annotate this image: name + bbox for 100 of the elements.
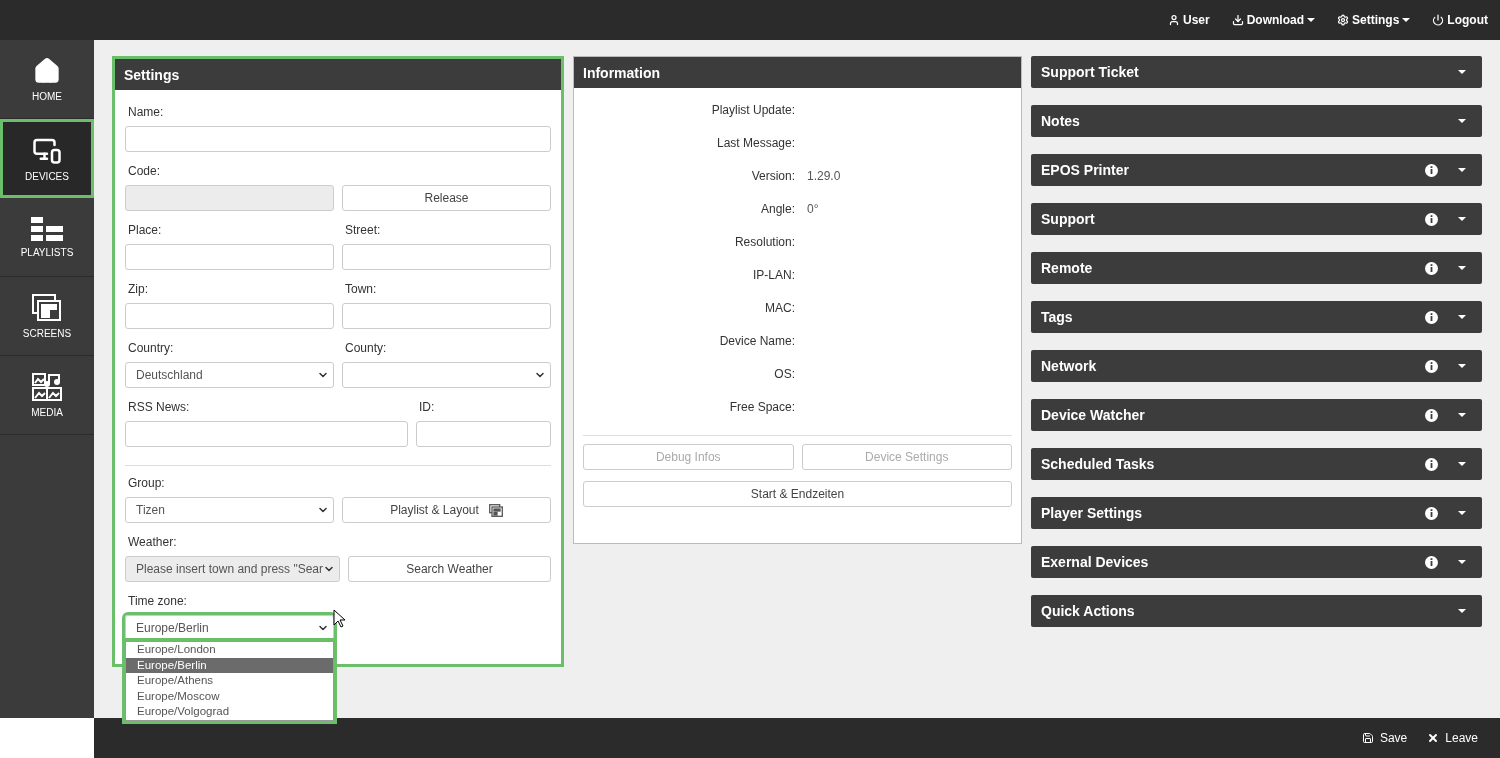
caret-icon (1458, 511, 1466, 515)
caret-icon (1458, 609, 1466, 613)
field-label: Name: (127, 104, 165, 120)
field-label: ID: (418, 399, 436, 415)
info-label: Version: (750, 168, 795, 184)
accordion-header[interactable]: Tags (1031, 301, 1482, 333)
select-field[interactable]: Europe/Berlin (125, 615, 334, 641)
field-label: Place: (127, 222, 163, 238)
caret-icon (1458, 560, 1466, 564)
info-icon[interactable] (1425, 261, 1438, 275)
accordion-title: Remote (1041, 260, 1094, 276)
info-label: Free Space: (728, 399, 795, 415)
nav-link[interactable]: Download (1231, 13, 1315, 27)
field-label: Code: (127, 163, 162, 179)
info-icon[interactable] (1425, 212, 1438, 226)
cursor-icon (333, 609, 345, 628)
field-label: Town: (344, 281, 378, 297)
accordion-title: EPOS Printer (1041, 162, 1130, 178)
panel-title: Settings (115, 59, 561, 90)
info-icon[interactable] (1425, 457, 1438, 471)
text-field[interactable] (416, 421, 551, 447)
info-label: Resolution: (733, 234, 795, 250)
media-icon (32, 372, 62, 401)
panel-title: Information (574, 57, 1021, 88)
field-label: RSS News: (127, 399, 191, 415)
caret-icon (1458, 266, 1466, 270)
text-field[interactable] (125, 244, 334, 270)
text-field[interactable] (342, 244, 551, 270)
list-icon (31, 216, 63, 241)
info-icon[interactable] (1425, 163, 1438, 177)
accordion-header[interactable]: Device Watcher (1031, 399, 1482, 431)
text-field[interactable] (125, 126, 551, 152)
info-label: MAC: (764, 300, 795, 316)
info-icon[interactable] (1425, 506, 1438, 520)
home-icon (33, 56, 61, 85)
accordion-header[interactable]: Remote (1031, 252, 1482, 284)
accordion-header[interactable]: EPOS Printer (1031, 154, 1482, 186)
caret-icon (1458, 413, 1466, 417)
accordion-title: Exernal Devices (1041, 554, 1150, 570)
caret-icon (1458, 364, 1466, 368)
caret-icon (1307, 18, 1315, 22)
panel-button[interactable]: Start & Endzeiten (583, 481, 1012, 507)
save-icon (1361, 732, 1374, 744)
power-icon (1432, 14, 1445, 26)
caret-icon (1402, 18, 1411, 22)
accordion-header[interactable]: Quick Actions (1031, 595, 1482, 627)
form-button[interactable]: Search Weather (348, 556, 551, 582)
nav-link[interactable]: Settings (1337, 13, 1411, 27)
info-value: 0° (807, 201, 820, 217)
sidebar-item[interactable]: DEVICES (0, 119, 94, 198)
field-label: Zip: (127, 281, 149, 297)
nav-link[interactable]: User (1168, 13, 1210, 27)
caret-icon (1458, 217, 1466, 221)
field-label: Weather: (127, 534, 178, 550)
caret-icon (1458, 315, 1466, 319)
nav-link[interactable]: Logout (1432, 13, 1488, 27)
caret-icon (1458, 119, 1466, 123)
accordion-header[interactable]: Network (1031, 350, 1482, 382)
accordion-header[interactable]: Player Settings (1031, 497, 1482, 529)
info-icon[interactable] (1425, 310, 1438, 324)
accordion-header[interactable]: Support Ticket (1031, 56, 1482, 88)
accordion-title: Player Settings (1041, 505, 1144, 521)
info-label: Device Name: (718, 333, 795, 349)
playlist-layout-button[interactable]: Playlist & Layout (342, 497, 551, 523)
settings-icon (1337, 14, 1349, 26)
leave-button[interactable]: Leave (1427, 731, 1478, 745)
info-label: Playlist Update: (710, 102, 795, 118)
info-icon[interactable] (1425, 555, 1438, 569)
user-icon (1168, 14, 1180, 26)
info-label: IP-LAN: (752, 267, 795, 283)
field-label: County: (344, 340, 388, 356)
accordion-header[interactable]: Notes (1031, 105, 1482, 137)
accordion-title: Scheduled Tasks (1041, 456, 1156, 472)
select-field[interactable]: Deutschland (125, 362, 334, 388)
accordion-header[interactable]: Exernal Devices (1031, 546, 1482, 578)
field-label: Street: (344, 222, 382, 238)
accordion-title: Support (1041, 211, 1096, 227)
accordion-header[interactable]: Support (1031, 203, 1482, 235)
field-label: Time zone: (127, 593, 188, 609)
screens-icon (32, 293, 62, 322)
select-field[interactable] (342, 362, 551, 388)
caret-icon (1458, 70, 1466, 74)
save-button[interactable]: Save (1361, 731, 1408, 745)
info-icon[interactable] (1425, 408, 1438, 422)
text-field[interactable] (125, 303, 334, 329)
info-icon[interactable] (1425, 359, 1438, 373)
accordion-title: Support Ticket (1041, 64, 1140, 80)
text-field[interactable] (125, 421, 408, 447)
accordion-title: Quick Actions (1041, 603, 1136, 619)
field-label: Country: (127, 340, 175, 356)
accordion-header[interactable]: Scheduled Tasks (1031, 448, 1482, 480)
select-field[interactable]: Tizen (125, 497, 334, 523)
accordion-title: Device Watcher (1041, 407, 1146, 423)
text-field[interactable] (342, 303, 551, 329)
info-value: 1.29.0 (807, 168, 842, 184)
accordion-title: Tags (1041, 309, 1074, 325)
accordion-title: Notes (1041, 113, 1081, 129)
form-button[interactable]: Release (342, 185, 551, 211)
info-label: Last Message: (715, 135, 795, 151)
download-icon (1231, 14, 1244, 26)
